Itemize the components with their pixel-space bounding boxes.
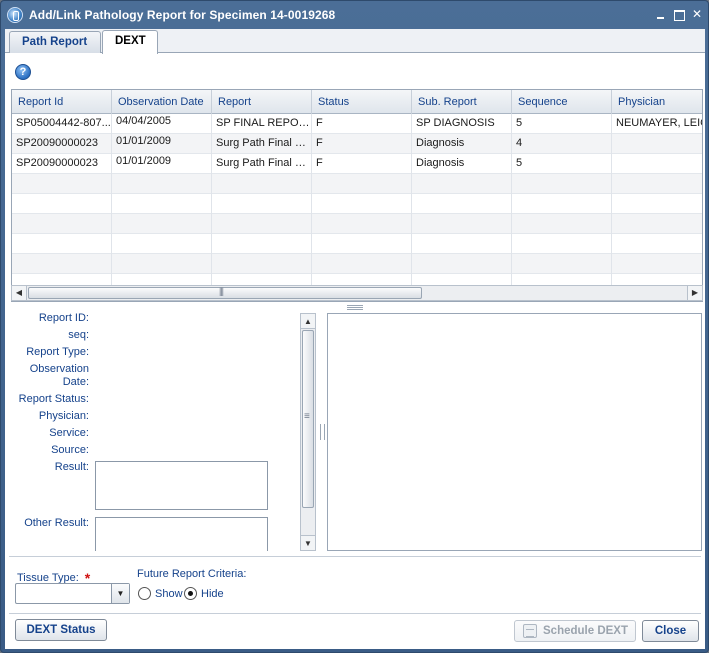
grid-horizontal-scrollbar[interactable]: ◀ ▶ (11, 285, 703, 301)
empty-row (12, 174, 702, 194)
cell-observation-date: 01/01/2009 (112, 154, 212, 174)
cell-sequence: 4 (512, 134, 612, 154)
cell-physician: NEUMAYER, LEIGH (612, 114, 702, 134)
cell-observation-date: 01/01/2009 (112, 134, 212, 154)
column-header-sub-report[interactable]: Sub. Report (412, 90, 512, 114)
cell-report: Surg Path Final R... (212, 154, 312, 174)
label-seq: seq: (68, 329, 89, 341)
cell-sub-report: SP DIAGNOSIS (412, 114, 512, 134)
tab-path-report[interactable]: Path Report (9, 31, 101, 53)
reports-grid: Report Id Observation Date Report Status… (11, 89, 703, 302)
scroll-thumb[interactable] (302, 330, 314, 508)
label-observation-date: Date: (62, 376, 89, 388)
column-header-physician[interactable]: Physician (612, 90, 702, 114)
label-report-id: Report ID: (38, 312, 89, 324)
scroll-left-icon[interactable]: ◀ (12, 286, 27, 300)
horizontal-splitter-handle[interactable] (347, 305, 363, 310)
label-observation: Observation (29, 363, 89, 375)
app-icon (7, 7, 23, 23)
table-row[interactable]: SP20090000023 01/01/2009 Surg Path Final… (12, 154, 702, 174)
window-title: Add/Link Pathology Report for Specimen 1… (29, 8, 336, 22)
table-row[interactable]: SP20090000023 01/01/2009 Surg Path Final… (12, 134, 702, 154)
result-textarea[interactable] (95, 461, 268, 510)
help-icon[interactable]: ? (15, 64, 31, 80)
cell-status: F (312, 154, 412, 174)
report-preview-pane (327, 313, 702, 551)
cell-report-id: SP05004442-807... (12, 114, 112, 134)
column-header-status[interactable]: Status (312, 90, 412, 114)
cell-sub-report: Diagnosis (412, 134, 512, 154)
cell-sequence: 5 (512, 114, 612, 134)
cell-physician (612, 154, 702, 174)
show-radio-label[interactable]: Show (155, 588, 183, 600)
label-source: Source: (51, 444, 89, 456)
grid-header: Report Id Observation Date Report Status… (12, 90, 702, 114)
tissue-type-label: Tissue Type: * (17, 570, 91, 586)
label-report-status: Report Status: (18, 393, 89, 405)
cell-status: F (312, 114, 412, 134)
tab-strip: Path Report DEXT (5, 29, 705, 54)
cell-report: SP FINAL REPORT (212, 114, 312, 134)
show-radio[interactable] (138, 587, 151, 600)
empty-row (12, 254, 702, 274)
schedule-dext-button[interactable]: Schedule DEXT (514, 620, 636, 642)
divider (9, 556, 701, 557)
empty-row (12, 194, 702, 214)
chevron-down-icon[interactable]: ▼ (111, 584, 129, 603)
scroll-right-icon[interactable]: ▶ (687, 286, 702, 300)
label-physician: Physician: (38, 410, 89, 422)
cell-report-id: SP20090000023 (12, 154, 112, 174)
vertical-splitter-handle[interactable] (320, 424, 325, 440)
dialog-body: Path Report DEXT ? Report Id Observation… (5, 29, 705, 649)
tissue-type-select[interactable]: ▼ (15, 583, 130, 604)
dialog-window: Add/Link Pathology Report for Specimen 1… (0, 0, 709, 653)
scroll-down-icon[interactable]: ▼ (301, 535, 315, 550)
label-result: Result: (54, 461, 89, 473)
minimize-icon[interactable] (653, 6, 669, 22)
table-row[interactable]: SP05004442-807... 04/04/2005 SP FINAL RE… (12, 114, 702, 134)
title-bar[interactable]: Add/Link Pathology Report for Specimen 1… (1, 1, 708, 29)
column-header-sequence[interactable]: Sequence (512, 90, 612, 114)
hide-radio[interactable] (184, 587, 197, 600)
cell-sequence: 5 (512, 154, 612, 174)
cell-physician (612, 134, 702, 154)
hide-radio-label[interactable]: Hide (201, 588, 224, 600)
dext-status-button[interactable]: DEXT Status (15, 619, 107, 641)
divider (9, 613, 701, 614)
scroll-thumb[interactable] (28, 286, 422, 299)
cell-report-id: SP20090000023 (12, 134, 112, 154)
cell-report: Surg Path Final R... (212, 134, 312, 154)
column-header-report-id[interactable]: Report Id (12, 90, 112, 114)
maximize-icon[interactable] (671, 6, 687, 22)
schedule-dext-label: Schedule DEXT (543, 625, 628, 637)
empty-row (12, 234, 702, 254)
cell-observation-date: 04/04/2005 (112, 114, 212, 134)
column-header-report[interactable]: Report (212, 90, 312, 114)
label-report-type: Report Type: (26, 346, 89, 358)
report-detail-panel: Report ID: seq: Report Type: Observation… (11, 311, 317, 551)
label-other-result: Other Result: (24, 517, 89, 529)
detail-vertical-scrollbar[interactable]: ▲ ▼ (300, 313, 316, 551)
future-report-criteria-label: Future Report Criteria: (137, 568, 247, 580)
schedule-icon (523, 624, 537, 638)
empty-row (12, 214, 702, 234)
cell-sub-report: Diagnosis (412, 154, 512, 174)
close-button[interactable]: Close (642, 620, 699, 642)
scroll-up-icon[interactable]: ▲ (301, 314, 315, 329)
close-icon[interactable]: ✕ (689, 6, 705, 22)
column-header-observation-date[interactable]: Observation Date (112, 90, 212, 114)
other-result-textarea[interactable] (95, 517, 268, 551)
label-service: Service: (49, 427, 89, 439)
cell-status: F (312, 134, 412, 154)
tab-dext[interactable]: DEXT (102, 30, 158, 54)
